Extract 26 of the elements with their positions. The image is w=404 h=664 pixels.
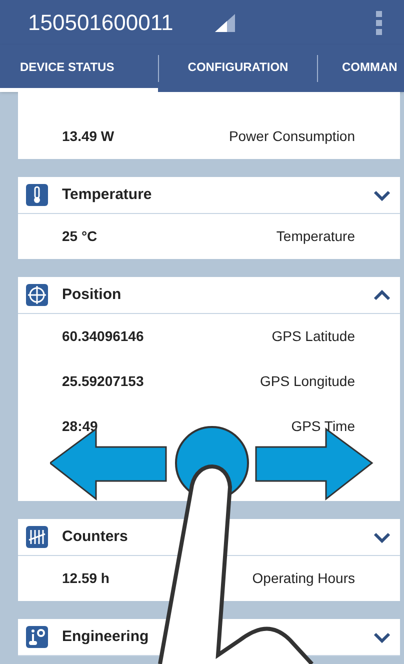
engineering-icon — [26, 626, 48, 648]
chevron-up-icon[interactable] — [372, 288, 392, 302]
value-text: 60.34096146 — [62, 327, 145, 346]
signal-icon — [215, 14, 236, 32]
value-text: 25.59207153 — [62, 372, 145, 391]
card-title: Temperature — [62, 184, 153, 205]
value-text: 25 °C — [62, 227, 98, 246]
card-title: Counters — [62, 526, 129, 547]
field-label: Operating Hours — [252, 569, 355, 588]
tab[interactable]: COMMAN — [318, 45, 404, 92]
app-title: 150501600011 — [28, 9, 174, 37]
value-text: 13.49 W — [62, 127, 116, 146]
card-title: Position — [62, 284, 122, 305]
card-title: Engineering — [62, 626, 150, 647]
value-text: 12.59 h — [62, 569, 110, 588]
field-label: Temperature — [276, 227, 355, 246]
field-label: GPS Time — [291, 417, 355, 436]
field-label: GPS Longitude — [260, 372, 355, 391]
overflow-menu-icon[interactable] — [376, 10, 382, 34]
field-label: Power Consumption — [228, 127, 355, 146]
thermometer-icon — [26, 184, 48, 206]
value-text: 28:49 — [62, 417, 99, 436]
tab[interactable]: CONFIGURATION — [159, 45, 317, 92]
field-label: GPS Latitude — [272, 327, 355, 346]
crosshair-icon — [26, 284, 48, 306]
tally-icon — [26, 526, 48, 548]
